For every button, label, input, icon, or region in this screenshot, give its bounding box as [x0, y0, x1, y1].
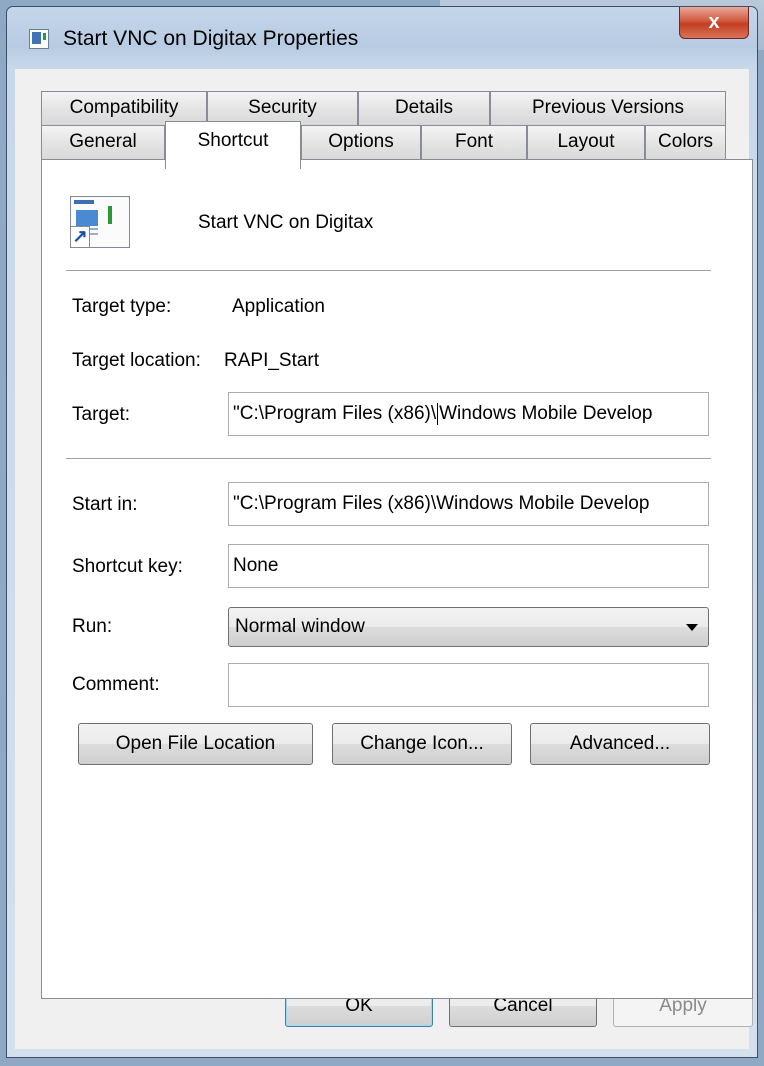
- properties-dialog: Start VNC on Digitax Properties x Compat…: [6, 6, 758, 1058]
- text-caret: [437, 402, 439, 425]
- tab-font[interactable]: Font: [421, 125, 527, 161]
- tab-shortcut[interactable]: Shortcut: [165, 121, 301, 169]
- target-location-label: Target location:: [72, 350, 201, 371]
- shortcut-name: Start VNC on Digitax: [198, 212, 374, 233]
- target-type-value: Application: [232, 296, 325, 317]
- shortcut-key-field[interactable]: None: [228, 544, 709, 588]
- tab-details[interactable]: Details: [358, 91, 490, 125]
- start-in-field[interactable]: "C:\Program Files (x86)\Windows Mobile D…: [228, 482, 709, 526]
- shortcut-icon: ↗: [70, 196, 132, 252]
- tab-previous-versions[interactable]: Previous Versions: [490, 91, 726, 125]
- target-type-label: Target type:: [72, 296, 172, 317]
- separator: [66, 458, 711, 460]
- target-text-rest: Windows Mobile Develop: [439, 403, 653, 424]
- tab-options[interactable]: Options: [301, 125, 421, 161]
- tab-layout[interactable]: Layout: [527, 125, 645, 161]
- advanced-button[interactable]: Advanced...: [530, 723, 710, 765]
- comment-field[interactable]: [228, 663, 709, 707]
- tab-security[interactable]: Security: [207, 91, 358, 125]
- shortcut-tab-panel: ↗ Start VNC on Digitax Target type: Appl…: [41, 159, 753, 999]
- tab-compatibility[interactable]: Compatibility: [41, 91, 207, 125]
- tab-colors[interactable]: Colors: [645, 125, 726, 161]
- chevron-down-icon: [686, 624, 698, 631]
- target-text: "C:\Program Files (x86)\: [233, 403, 437, 424]
- target-label: Target:: [72, 404, 131, 425]
- shortcut-app-icon[interactable]: [29, 29, 49, 49]
- dialog-client-area: Compatibility Security Details Previous …: [15, 69, 753, 1049]
- tab-general[interactable]: General: [41, 125, 165, 161]
- change-icon-button[interactable]: Change Icon...: [332, 723, 512, 765]
- target-location-value: RAPI_Start: [224, 350, 320, 371]
- run-selected-value: Normal window: [235, 616, 365, 637]
- run-dropdown[interactable]: Normal window: [228, 607, 709, 647]
- comment-label: Comment:: [72, 674, 160, 695]
- close-button[interactable]: x: [679, 7, 749, 39]
- target-field[interactable]: "C:\Program Files (x86)\ Windows Mobile D…: [228, 392, 709, 436]
- open-file-location-button[interactable]: Open File Location: [78, 723, 313, 765]
- start-in-label: Start in:: [72, 494, 138, 515]
- window-title: Start VNC on Digitax Properties: [63, 27, 359, 50]
- shortcut-key-label: Shortcut key:: [72, 556, 183, 577]
- separator: [66, 270, 711, 272]
- run-label: Run:: [72, 616, 113, 637]
- title-bar[interactable]: Start VNC on Digitax Properties x: [7, 7, 757, 67]
- close-icon: x: [708, 11, 720, 33]
